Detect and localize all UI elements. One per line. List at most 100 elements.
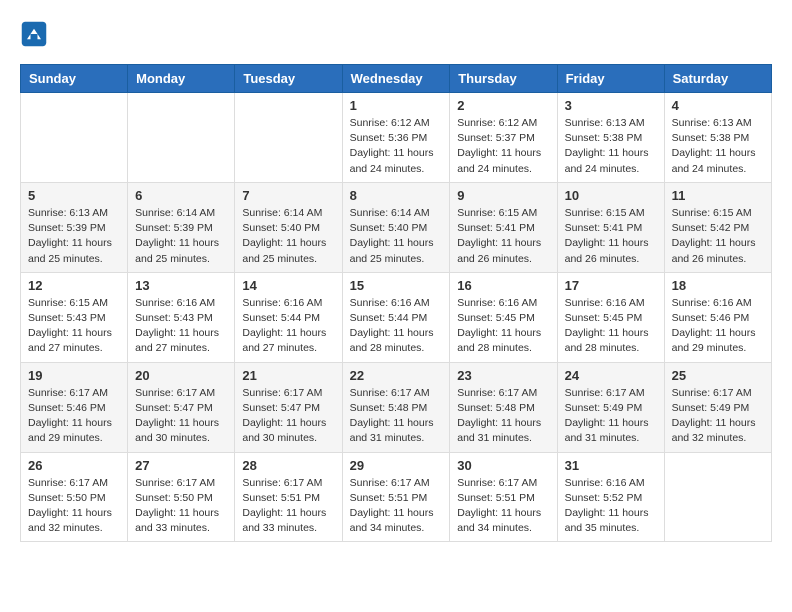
- day-number: 15: [350, 278, 443, 293]
- day-number: 17: [565, 278, 657, 293]
- day-info: Sunrise: 6:15 AM Sunset: 5:43 PM Dayligh…: [28, 296, 120, 357]
- weekday-header: Monday: [128, 65, 235, 93]
- calendar-cell: 3 Sunrise: 6:13 AM Sunset: 5:38 PM Daylig…: [557, 93, 664, 183]
- day-number: 26: [28, 458, 120, 473]
- calendar-cell: 29 Sunrise: 6:17 AM Sunset: 5:51 PM Dayli…: [342, 452, 450, 542]
- day-number: 11: [672, 188, 764, 203]
- day-info: Sunrise: 6:17 AM Sunset: 5:47 PM Dayligh…: [135, 386, 227, 447]
- day-number: 25: [672, 368, 764, 383]
- weekday-header: Tuesday: [235, 65, 342, 93]
- calendar-week-row: 26 Sunrise: 6:17 AM Sunset: 5:50 PM Dayli…: [21, 452, 772, 542]
- day-info: Sunrise: 6:17 AM Sunset: 5:51 PM Dayligh…: [350, 476, 443, 537]
- calendar-cell: 30 Sunrise: 6:17 AM Sunset: 5:51 PM Dayli…: [450, 452, 557, 542]
- calendar-cell: 22 Sunrise: 6:17 AM Sunset: 5:48 PM Dayli…: [342, 362, 450, 452]
- day-number: 19: [28, 368, 120, 383]
- logo: [20, 20, 50, 48]
- day-info: Sunrise: 6:17 AM Sunset: 5:48 PM Dayligh…: [457, 386, 549, 447]
- calendar-cell: 14 Sunrise: 6:16 AM Sunset: 5:44 PM Dayli…: [235, 272, 342, 362]
- calendar-table: SundayMondayTuesdayWednesdayThursdayFrid…: [20, 64, 772, 542]
- day-info: Sunrise: 6:16 AM Sunset: 5:45 PM Dayligh…: [457, 296, 549, 357]
- day-info: Sunrise: 6:17 AM Sunset: 5:48 PM Dayligh…: [350, 386, 443, 447]
- calendar-cell: 23 Sunrise: 6:17 AM Sunset: 5:48 PM Dayli…: [450, 362, 557, 452]
- calendar-cell: 11 Sunrise: 6:15 AM Sunset: 5:42 PM Dayli…: [664, 182, 771, 272]
- day-number: 18: [672, 278, 764, 293]
- day-number: 8: [350, 188, 443, 203]
- day-info: Sunrise: 6:17 AM Sunset: 5:49 PM Dayligh…: [565, 386, 657, 447]
- day-number: 21: [242, 368, 334, 383]
- day-info: Sunrise: 6:13 AM Sunset: 5:39 PM Dayligh…: [28, 206, 120, 267]
- weekday-header: Thursday: [450, 65, 557, 93]
- calendar-cell: 8Sunrise: 6:14 AM Sunset: 5:40 PM Daylig…: [342, 182, 450, 272]
- day-info: Sunrise: 6:15 AM Sunset: 5:41 PM Dayligh…: [565, 206, 657, 267]
- calendar-cell: [235, 93, 342, 183]
- day-number: 12: [28, 278, 120, 293]
- calendar-cell: 24 Sunrise: 6:17 AM Sunset: 5:49 PM Dayli…: [557, 362, 664, 452]
- weekday-header: Friday: [557, 65, 664, 93]
- calendar-week-row: 5 Sunrise: 6:13 AM Sunset: 5:39 PM Daylig…: [21, 182, 772, 272]
- calendar-cell: 15 Sunrise: 6:16 AM Sunset: 5:44 PM Dayli…: [342, 272, 450, 362]
- calendar-cell: 10 Sunrise: 6:15 AM Sunset: 5:41 PM Dayli…: [557, 182, 664, 272]
- weekday-header: Sunday: [21, 65, 128, 93]
- day-info: Sunrise: 6:13 AM Sunset: 5:38 PM Dayligh…: [672, 116, 764, 177]
- day-info: Sunrise: 6:17 AM Sunset: 5:47 PM Dayligh…: [242, 386, 334, 447]
- day-info: Sunrise: 6:15 AM Sunset: 5:42 PM Dayligh…: [672, 206, 764, 267]
- day-number: 5: [28, 188, 120, 203]
- day-number: 14: [242, 278, 334, 293]
- day-number: 24: [565, 368, 657, 383]
- calendar-cell: 18 Sunrise: 6:16 AM Sunset: 5:46 PM Dayli…: [664, 272, 771, 362]
- calendar-cell: [128, 93, 235, 183]
- calendar-cell: 13Sunrise: 6:16 AM Sunset: 5:43 PM Dayli…: [128, 272, 235, 362]
- calendar-cell: 16 Sunrise: 6:16 AM Sunset: 5:45 PM Dayli…: [450, 272, 557, 362]
- day-info: Sunrise: 6:17 AM Sunset: 5:50 PM Dayligh…: [28, 476, 120, 537]
- day-info: Sunrise: 6:16 AM Sunset: 5:46 PM Dayligh…: [672, 296, 764, 357]
- day-number: 7: [242, 188, 334, 203]
- day-info: Sunrise: 6:16 AM Sunset: 5:44 PM Dayligh…: [242, 296, 334, 357]
- calendar-cell: 17 Sunrise: 6:16 AM Sunset: 5:45 PM Dayli…: [557, 272, 664, 362]
- calendar-cell: 27 Sunrise: 6:17 AM Sunset: 5:50 PM Dayli…: [128, 452, 235, 542]
- calendar-cell: 19Sunrise: 6:17 AM Sunset: 5:46 PM Dayli…: [21, 362, 128, 452]
- day-info: Sunrise: 6:14 AM Sunset: 5:40 PM Dayligh…: [242, 206, 334, 267]
- day-info: Sunrise: 6:16 AM Sunset: 5:52 PM Dayligh…: [565, 476, 657, 537]
- day-number: 3: [565, 98, 657, 113]
- day-number: 30: [457, 458, 549, 473]
- day-info: Sunrise: 6:17 AM Sunset: 5:49 PM Dayligh…: [672, 386, 764, 447]
- day-info: Sunrise: 6:12 AM Sunset: 5:36 PM Dayligh…: [350, 116, 443, 177]
- calendar-cell: 9Sunrise: 6:15 AM Sunset: 5:41 PM Daylig…: [450, 182, 557, 272]
- day-info: Sunrise: 6:16 AM Sunset: 5:45 PM Dayligh…: [565, 296, 657, 357]
- day-number: 28: [242, 458, 334, 473]
- day-info: Sunrise: 6:16 AM Sunset: 5:43 PM Dayligh…: [135, 296, 227, 357]
- logo-icon: [20, 20, 48, 48]
- day-number: 4: [672, 98, 764, 113]
- calendar-cell: 31 Sunrise: 6:16 AM Sunset: 5:52 PM Dayli…: [557, 452, 664, 542]
- day-number: 6: [135, 188, 227, 203]
- day-number: 31: [565, 458, 657, 473]
- calendar-cell: 2 Sunrise: 6:12 AM Sunset: 5:37 PM Daylig…: [450, 93, 557, 183]
- day-number: 16: [457, 278, 549, 293]
- day-info: Sunrise: 6:16 AM Sunset: 5:44 PM Dayligh…: [350, 296, 443, 357]
- calendar-week-row: 1 Sunrise: 6:12 AM Sunset: 5:36 PM Daylig…: [21, 93, 772, 183]
- calendar-cell: [21, 93, 128, 183]
- day-number: 22: [350, 368, 443, 383]
- day-info: Sunrise: 6:13 AM Sunset: 5:38 PM Dayligh…: [565, 116, 657, 177]
- day-number: 27: [135, 458, 227, 473]
- weekday-header: Wednesday: [342, 65, 450, 93]
- calendar-cell: 6 Sunrise: 6:14 AM Sunset: 5:39 PM Daylig…: [128, 182, 235, 272]
- calendar-cell: 4 Sunrise: 6:13 AM Sunset: 5:38 PM Daylig…: [664, 93, 771, 183]
- calendar-cell: 28Sunrise: 6:17 AM Sunset: 5:51 PM Dayli…: [235, 452, 342, 542]
- calendar-cell: 21 Sunrise: 6:17 AM Sunset: 5:47 PM Dayli…: [235, 362, 342, 452]
- calendar-cell: 12 Sunrise: 6:15 AM Sunset: 5:43 PM Dayli…: [21, 272, 128, 362]
- day-number: 23: [457, 368, 549, 383]
- day-info: Sunrise: 6:17 AM Sunset: 5:51 PM Dayligh…: [457, 476, 549, 537]
- day-number: 1: [350, 98, 443, 113]
- day-info: Sunrise: 6:17 AM Sunset: 5:50 PM Dayligh…: [135, 476, 227, 537]
- calendar-week-row: 12 Sunrise: 6:15 AM Sunset: 5:43 PM Dayli…: [21, 272, 772, 362]
- day-info: Sunrise: 6:14 AM Sunset: 5:39 PM Dayligh…: [135, 206, 227, 267]
- calendar-week-row: 19Sunrise: 6:17 AM Sunset: 5:46 PM Dayli…: [21, 362, 772, 452]
- day-info: Sunrise: 6:12 AM Sunset: 5:37 PM Dayligh…: [457, 116, 549, 177]
- day-number: 10: [565, 188, 657, 203]
- day-number: 2: [457, 98, 549, 113]
- calendar-cell: 20Sunrise: 6:17 AM Sunset: 5:47 PM Dayli…: [128, 362, 235, 452]
- weekday-header-row: SundayMondayTuesdayWednesdayThursdayFrid…: [21, 65, 772, 93]
- day-number: 29: [350, 458, 443, 473]
- calendar-cell: 5 Sunrise: 6:13 AM Sunset: 5:39 PM Daylig…: [21, 182, 128, 272]
